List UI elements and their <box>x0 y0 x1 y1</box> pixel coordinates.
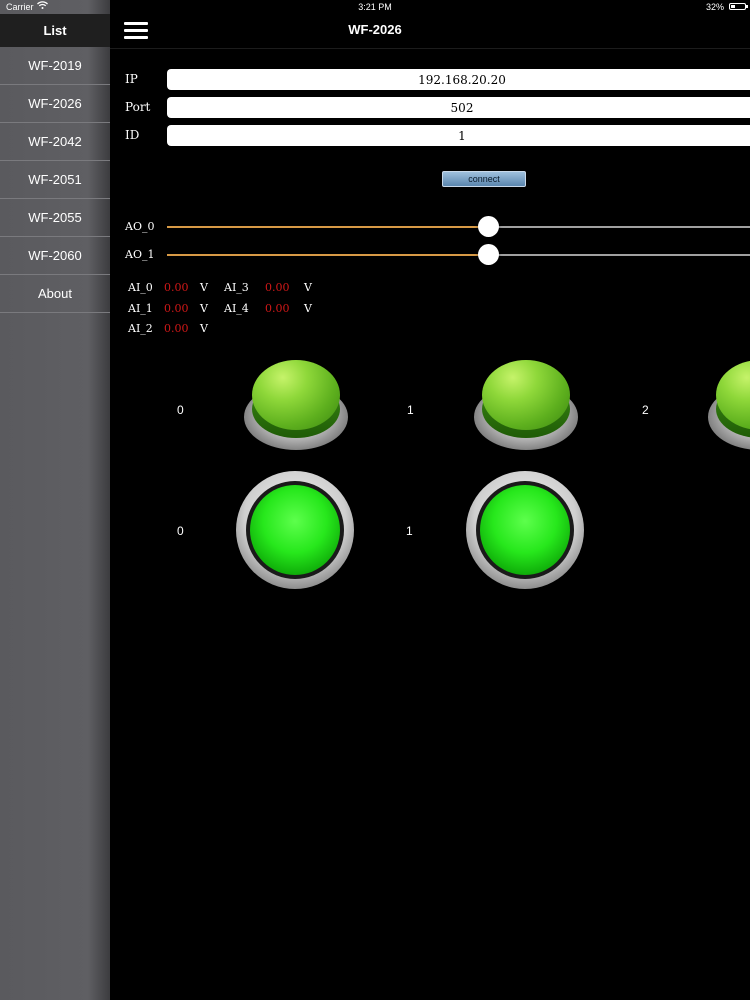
port-input[interactable] <box>167 97 750 118</box>
clock: 3:21 PM <box>358 2 392 12</box>
ao-1-slider-thumb[interactable] <box>477 244 499 265</box>
do-1-push-button[interactable] <box>474 356 578 454</box>
sidebar-item-wf-2051[interactable]: WF-2051 <box>0 161 110 199</box>
sidebar: List WF-2019 WF-2026 WF-2042 WF-2051 WF-… <box>0 0 110 1000</box>
page-title: WF-2026 <box>348 22 402 37</box>
ai-1-unit: V <box>200 302 208 315</box>
sidebar-item-wf-2055[interactable]: WF-2055 <box>0 199 110 237</box>
ip-input[interactable] <box>167 69 750 90</box>
ai-0-value: 0.00 <box>164 281 189 294</box>
status-bar: Carrier 3:21 PM 32% <box>0 0 750 14</box>
sidebar-item-wf-2042[interactable]: WF-2042 <box>0 123 110 161</box>
ai-3-value: 0.00 <box>265 281 290 294</box>
ai-2-unit: V <box>200 322 208 335</box>
connect-button[interactable]: connect <box>442 171 526 187</box>
id-input[interactable] <box>167 125 750 146</box>
ao-1-slider[interactable] <box>167 244 750 265</box>
sidebar-list: WF-2019 WF-2026 WF-2042 WF-2051 WF-2055 … <box>0 47 110 313</box>
di-0-indicator-lamp <box>236 471 354 589</box>
do-1-label: 1 <box>407 403 414 417</box>
nav-divider <box>110 48 750 49</box>
do-2-label: 2 <box>642 403 649 417</box>
sidebar-item-wf-2019[interactable]: WF-2019 <box>0 47 110 85</box>
ao-1-slider-fill <box>167 254 488 256</box>
ai-4-value: 0.00 <box>265 302 290 315</box>
sidebar-item-wf-2060[interactable]: WF-2060 <box>0 237 110 275</box>
di-1-label: 1 <box>406 524 413 538</box>
ai-4-label: AI_4 <box>224 302 249 315</box>
ai-0-unit: V <box>200 281 208 294</box>
sidebar-item-about[interactable]: About <box>0 275 110 313</box>
di-1-indicator-lamp <box>466 471 584 589</box>
ao-0-slider-thumb[interactable] <box>477 216 499 237</box>
ai-3-unit: V <box>304 281 312 294</box>
ai-1-value: 0.00 <box>164 302 189 315</box>
di-0-label: 0 <box>177 524 184 538</box>
ip-label: IP <box>125 72 138 86</box>
id-label: ID <box>125 128 140 142</box>
ao-0-slider[interactable] <box>167 216 750 237</box>
do-2-push-button[interactable] <box>708 356 750 454</box>
ai-1-label: AI_1 <box>128 302 153 315</box>
battery-icon <box>729 3 748 10</box>
port-label: Port <box>125 100 151 114</box>
ai-2-label: AI_2 <box>128 322 153 335</box>
ai-3-label: AI_3 <box>224 281 249 294</box>
do-0-push-button[interactable] <box>244 356 348 454</box>
do-0-label: 0 <box>177 403 184 417</box>
main-panel: WF-2026 IP Port ID connect AO_0 AO_1 AI_… <box>110 0 750 1000</box>
ai-4-unit: V <box>304 302 312 315</box>
ao-0-label: AO_0 <box>125 220 155 233</box>
battery-percent: 32% <box>705 2 724 12</box>
ai-0-label: AI_0 <box>128 281 153 294</box>
ao-0-slider-fill <box>167 226 488 228</box>
ai-2-value: 0.00 <box>164 322 189 335</box>
sidebar-item-wf-2026[interactable]: WF-2026 <box>0 85 110 123</box>
ao-1-label: AO_1 <box>125 248 155 261</box>
